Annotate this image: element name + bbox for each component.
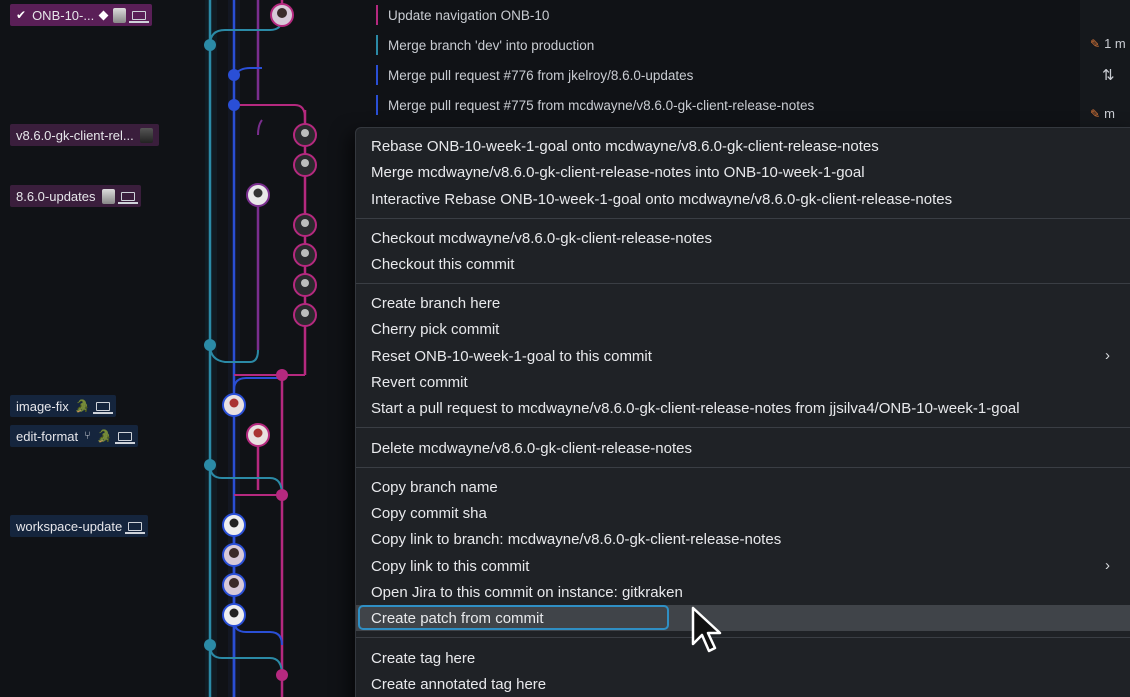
menu-item-checkout-branch[interactable]: Checkout mcdwayne/v8.6.0-gk-client-relea… — [356, 225, 1130, 251]
commit-avatar — [222, 573, 246, 597]
commit-avatar — [246, 423, 270, 447]
menu-item-open-jira[interactable]: Open Jira to this commit on instance: gi… — [356, 579, 1130, 605]
commit-avatar — [293, 213, 317, 237]
gitkraken-icon: 🐊 — [96, 429, 112, 443]
lane-color-bar — [376, 95, 378, 115]
gitkraken-icon: 🐊 — [74, 399, 90, 413]
commit-message-row[interactable]: Merge pull request #775 from mcdwayne/v8… — [376, 94, 814, 116]
menu-separator — [356, 427, 1130, 428]
app-window: { "branches": [ {"label": "ONB-10-...", … — [0, 0, 1130, 697]
commit-avatar — [246, 183, 270, 207]
menu-item-delete-branch[interactable]: Delete mcdwayne/v8.6.0-gk-client-release… — [356, 435, 1130, 461]
commit-message-row[interactable]: Update navigation ONB-10 — [376, 4, 549, 26]
branch-tag-onb-10[interactable]: ✔ ONB-10-... — [10, 4, 153, 26]
commit-avatar — [293, 123, 317, 147]
menu-item-create-patch[interactable]: Create patch from commit — [356, 605, 1130, 631]
menu-item-copy-commit-sha[interactable]: Copy commit sha — [356, 500, 1130, 526]
menu-item-revert[interactable]: Revert commit — [356, 369, 1130, 395]
commit-message-row[interactable]: Merge branch 'dev' into production — [376, 34, 594, 56]
laptop-icon — [125, 521, 146, 534]
avatar — [101, 188, 115, 204]
menu-item-reset[interactable]: Reset ONB-10-week-1-goal to this commit … — [356, 343, 1130, 369]
menu-separator — [356, 637, 1130, 638]
menu-item-create-annotated-tag[interactable]: Create annotated tag here — [356, 671, 1130, 697]
commit-avatar — [222, 513, 246, 537]
branch-label: edit-format — [16, 428, 79, 444]
laptop-icon — [92, 401, 113, 414]
branch-tag-workspace-update[interactable]: workspace-update — [10, 515, 149, 537]
branch-tag-8-6-0-updates[interactable]: 8.6.0-updates — [10, 185, 141, 207]
mouse-cursor-icon — [691, 606, 722, 653]
commit-message-row[interactable]: Merge pull request #776 from jkelroy/8.6… — [376, 64, 693, 86]
lane-color-bar — [376, 65, 378, 85]
menu-item-create-tag[interactable]: Create tag here — [356, 645, 1130, 671]
diamond-icon — [98, 10, 109, 20]
menu-separator — [356, 467, 1130, 468]
branch-label: v8.6.0-gk-client-rel... — [16, 127, 134, 143]
commit-avatar — [293, 243, 317, 267]
commit-avatar — [293, 303, 317, 327]
checkmark-icon: ✔ — [16, 8, 27, 22]
file-change-item[interactable]: ✎ m — [1090, 106, 1115, 121]
pencil-icon: ✎ — [1090, 37, 1101, 51]
chevron-right-icon: › — [1105, 347, 1110, 364]
branch-label: workspace-update — [16, 518, 123, 534]
menu-separator — [356, 283, 1130, 284]
sort-icon[interactable]: ⇅ — [1102, 66, 1115, 84]
branch-tag-image-fix[interactable]: image-fix 🐊 — [10, 395, 116, 417]
branch-tag-edit-format[interactable]: edit-format ⑂ 🐊 — [10, 425, 138, 447]
avatar — [139, 127, 153, 143]
commit-message: Merge branch 'dev' into production — [388, 37, 595, 53]
branch-tag-v8-6-0-gk-client[interactable]: v8.6.0-gk-client-rel... — [10, 124, 159, 146]
commit-message: Update navigation ONB-10 — [388, 7, 550, 23]
commit-avatar — [293, 153, 317, 177]
commit-dot — [204, 459, 216, 471]
lane-color-bar — [376, 35, 378, 55]
menu-item-copy-link-commit[interactable]: Copy link to this commit › — [356, 553, 1130, 579]
menu-item-cherry-pick[interactable]: Cherry pick commit — [356, 316, 1130, 342]
menu-item-create-branch[interactable]: Create branch here — [356, 290, 1130, 316]
commit-avatar — [222, 393, 246, 417]
menu-item-checkout-commit[interactable]: Checkout this commit — [356, 251, 1130, 277]
laptop-icon — [114, 431, 135, 444]
commit-avatar — [293, 273, 317, 297]
branch-label: 8.6.0-updates — [16, 188, 96, 204]
menu-item-interactive-rebase[interactable]: Interactive Rebase ONB-10-week-1-goal on… — [356, 186, 1130, 212]
commit-avatar — [222, 543, 246, 567]
commit-message: Merge pull request #775 from mcdwayne/v8… — [388, 97, 815, 113]
menu-item-copy-branch-name[interactable]: Copy branch name — [356, 474, 1130, 500]
commit-graph — [204, 0, 317, 697]
menu-item-merge[interactable]: Merge mcdwayne/v8.6.0-gk-client-release-… — [356, 159, 1130, 185]
commit-dot — [276, 369, 288, 381]
commit-dot — [276, 489, 288, 501]
commit-dot — [228, 69, 240, 81]
commit-dot — [276, 669, 288, 681]
laptop-icon — [129, 10, 150, 23]
commit-dot — [228, 99, 240, 111]
laptop-icon — [117, 191, 138, 204]
context-menu: Rebase ONB-10-week-1-goal onto mcdwayne/… — [355, 127, 1130, 697]
chevron-right-icon: › — [1105, 557, 1110, 574]
commit-dot — [204, 639, 216, 651]
commit-dot — [204, 339, 216, 351]
branch-label: image-fix — [16, 398, 69, 414]
fork-icon: ⑂ — [84, 430, 91, 442]
commit-avatar — [270, 3, 294, 27]
file-change-item[interactable]: ✎ 1 m — [1090, 36, 1126, 51]
commit-message: Merge pull request #776 from jkelroy/8.6… — [388, 67, 694, 83]
menu-item-copy-link-branch[interactable]: Copy link to branch: mcdwayne/v8.6.0-gk-… — [356, 526, 1130, 552]
menu-separator — [356, 218, 1130, 219]
branch-label: ONB-10-... — [32, 7, 95, 23]
commit-dot — [204, 39, 216, 51]
lane-color-bar — [376, 5, 378, 25]
menu-item-start-pull-request[interactable]: Start a pull request to mcdwayne/v8.6.0-… — [356, 395, 1130, 421]
menu-item-rebase[interactable]: Rebase ONB-10-week-1-goal onto mcdwayne/… — [356, 133, 1130, 159]
pencil-icon: ✎ — [1090, 107, 1101, 121]
avatar — [113, 7, 127, 23]
commit-avatar — [222, 603, 246, 627]
